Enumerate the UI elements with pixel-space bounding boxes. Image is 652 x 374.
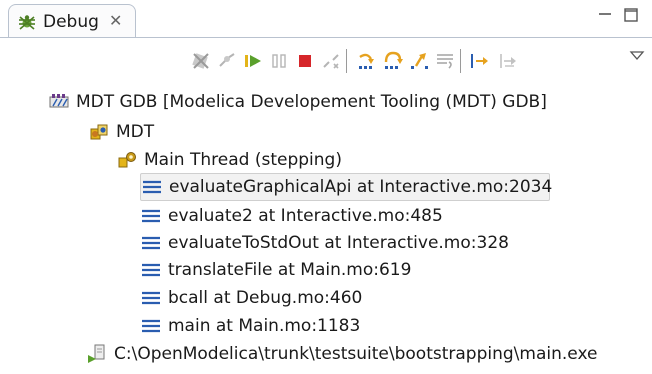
tab-baseline [0,37,652,38]
disconnect-icon[interactable] [320,50,342,72]
process-label: C:\OpenModelica\trunk\testsuite\bootstra… [114,344,598,364]
debug-target-label: MDT [116,122,155,142]
remove-all-terminated-icon[interactable] [190,50,212,72]
stack-frame-row[interactable]: translateFile at Main.mo:619 [140,256,411,284]
stack-frame-label: evaluateGraphicalApi at Interactive.mo:2… [169,177,553,197]
stack-frame-label: evaluateToStdOut at Interactive.mo:328 [168,233,509,253]
stack-frame-label: main at Main.mo:1183 [168,316,361,336]
stack-frame-icon [142,263,160,277]
resume-icon[interactable] [242,50,264,72]
toolbar-separator [460,49,461,73]
launch-config-icon [49,94,69,108]
terminate-icon[interactable] [294,50,316,72]
stack-frame-row[interactable]: evaluate2 at Interactive.mo:485 [140,202,443,230]
stack-frame-row[interactable]: evaluateToStdOut at Interactive.mo:328 [140,229,509,257]
stack-frame-icon [142,291,160,305]
launch-node[interactable]: MDT GDB [Modelica Developement Tooling (… [48,88,547,116]
use-step-filters-icon[interactable] [468,50,490,72]
stack-frame-icon [142,236,160,250]
debug-tab-label: Debug [43,12,99,32]
thread-gear-icon [118,152,136,168]
debug-toolbar [0,40,652,82]
debug-target-node[interactable]: MDT [88,118,154,146]
launch-label: MDT GDB [Modelica Developement Tooling (… [76,92,547,112]
stack-frame-row[interactable]: main at Main.mo:1183 [140,312,360,340]
stack-frame-icon [142,209,160,223]
stack-frame-row[interactable]: bcall at Debug.mo:460 [140,284,362,312]
thread-node[interactable]: Main Thread (stepping) [116,146,342,174]
view-tab-strip: Debug ✕ [0,0,652,39]
debug-bug-icon [19,15,35,30]
debug-target-icon [90,124,108,140]
connect-icon[interactable] [216,50,238,72]
stack-frame-icon [143,180,161,194]
maximize-icon[interactable] [622,6,640,24]
thread-label: Main Thread (stepping) [144,150,342,170]
step-over-icon[interactable] [382,50,404,72]
view-menu-icon[interactable] [626,45,648,67]
process-exe-icon [88,344,105,363]
stack-frame-label: evaluate2 at Interactive.mo:485 [168,206,443,226]
stack-frame-icon [142,319,160,333]
close-tab-icon[interactable]: ✕ [109,11,122,31]
drop-to-frame-icon[interactable] [434,50,456,72]
stack-frame-row[interactable]: evaluateGraphicalApi at Interactive.mo:2… [140,173,553,201]
minimize-icon[interactable] [596,6,614,24]
debug-view-tab[interactable]: Debug ✕ [8,4,136,38]
stack-frame-label: bcall at Debug.mo:460 [168,288,363,308]
instruction-stepping-icon[interactable] [496,50,518,72]
toolbar-separator [346,49,347,73]
process-node[interactable]: C:\OpenModelica\trunk\testsuite\bootstra… [86,340,597,368]
suspend-icon[interactable] [268,50,290,72]
step-return-icon[interactable] [408,50,430,72]
step-into-icon[interactable] [356,50,378,72]
stack-frame-label: translateFile at Main.mo:619 [168,260,412,280]
